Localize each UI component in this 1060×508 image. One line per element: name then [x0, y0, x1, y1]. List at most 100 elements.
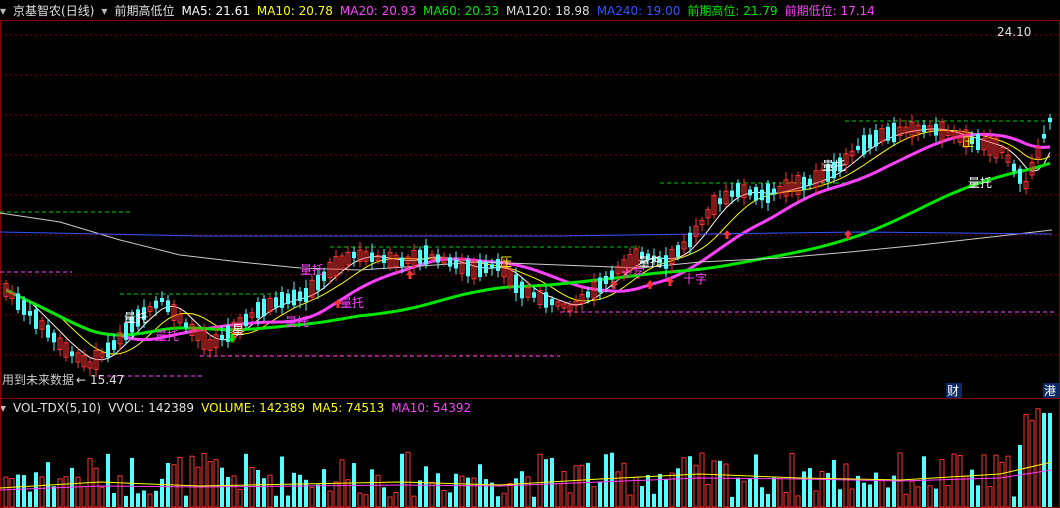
candle-body: [886, 126, 890, 141]
volume-bar: [28, 491, 32, 507]
volume-bar: [81, 485, 87, 508]
volume-bar: [681, 457, 687, 508]
volume-bar: [256, 470, 260, 507]
pressure-label: 压: [500, 255, 512, 269]
volume-bar: [957, 455, 963, 508]
future-data-note: 用到未来数据: [2, 372, 74, 387]
candle-body: [160, 297, 164, 303]
volume-bar: [711, 460, 717, 508]
volume-bar: [327, 490, 333, 508]
support-label: 量托: [822, 159, 846, 173]
volume-bar: [424, 466, 428, 507]
candle-body: [586, 291, 590, 298]
candle-body: [598, 277, 602, 293]
volume-bar: [633, 476, 639, 508]
candle-body: [400, 257, 404, 267]
volume-bar: [615, 471, 621, 508]
candle-body: [550, 298, 554, 306]
candle-body: [124, 323, 128, 340]
candle-body: [532, 292, 536, 298]
volume-bar: [532, 496, 536, 507]
volume-bar: [1048, 413, 1052, 507]
volume-bar: [652, 493, 656, 507]
candle-body: [466, 259, 470, 277]
volume-bar: [748, 479, 752, 507]
volume-bar: [669, 472, 675, 508]
candle-body: [934, 123, 938, 136]
volume-bar: [627, 494, 633, 508]
volume-bar: [723, 463, 729, 508]
volume-bar: [231, 475, 237, 508]
volume-bar: [951, 453, 957, 508]
volume-bar: [591, 486, 597, 508]
candle-body: [718, 198, 722, 205]
volume-bar: [573, 465, 579, 508]
volume-bar: [879, 479, 885, 508]
volume-bar: [189, 455, 195, 508]
moving-average-lines: [0, 128, 1053, 361]
candle-body: [220, 334, 224, 341]
candle-body: [70, 351, 74, 357]
candle-body: [166, 300, 170, 313]
volume-bar: [783, 492, 789, 508]
high-price-label: 24.10: [997, 25, 1031, 39]
candle-body: [298, 291, 302, 302]
candle-body: [976, 133, 980, 151]
volume-bar: [429, 481, 435, 508]
volume-bar: [16, 474, 20, 507]
volume-bar: [220, 467, 224, 507]
pressure-label: 压: [962, 135, 974, 149]
candle-body: [436, 254, 440, 263]
volume-bar: [345, 479, 351, 508]
candle-body: [922, 124, 926, 133]
arrow-up-icon: [723, 230, 731, 239]
candle-body: [766, 183, 770, 204]
volume-bar: [34, 472, 38, 507]
candle-body: [16, 293, 20, 310]
volume-bar: [363, 494, 369, 508]
candle-body: [1042, 134, 1046, 139]
candle-body: [802, 176, 806, 191]
volume-bar: [772, 477, 776, 507]
volume-bar: [99, 486, 105, 508]
volume-bar: [112, 492, 116, 507]
volume-bar: [375, 474, 381, 508]
candle-body: [292, 289, 296, 306]
support-label: 量托: [124, 311, 148, 325]
candle-body: [514, 274, 518, 293]
volume-bar: [832, 459, 836, 507]
candle-body: [520, 281, 524, 299]
candle-body: [304, 287, 308, 303]
volume-bar: [915, 486, 921, 508]
volume-bar: [939, 459, 945, 508]
volume-bar: [411, 495, 417, 508]
volume-bar: [286, 495, 290, 507]
volume-bar: [610, 452, 614, 507]
candle-body: [610, 270, 614, 280]
candle-body: [382, 255, 386, 263]
volume-bar: [927, 485, 933, 508]
volume-bar: [604, 454, 608, 507]
volume-bar: [466, 477, 470, 507]
support-label-pink: 量托: [300, 263, 324, 277]
volume-bar: [795, 495, 801, 508]
volume-bar: [316, 484, 320, 507]
kline-chart[interactable]: 24.10 用到未来数据 15.47 ← 量托 量托 量托 量托 量托 量托 量…: [0, 0, 1060, 508]
volume-bar: [207, 461, 213, 508]
volume-bar: [1018, 444, 1022, 507]
volume-bar: [63, 476, 69, 508]
candle-body: [22, 300, 26, 315]
volume-bar: [436, 473, 440, 507]
volume-bar: [93, 467, 99, 508]
hk-badge-label: 港: [1044, 384, 1056, 398]
volume-bar: [292, 472, 296, 507]
volume-bar: [987, 486, 993, 508]
volume-bar: [849, 488, 855, 508]
candle-body: [484, 261, 488, 274]
low-price-label: 15.47: [90, 373, 124, 387]
cross-label: 十字: [683, 271, 707, 286]
volume-bar: [147, 493, 153, 508]
volume-bar: [544, 459, 548, 507]
volume-bar: [862, 482, 866, 507]
volume-bar: [142, 490, 146, 507]
